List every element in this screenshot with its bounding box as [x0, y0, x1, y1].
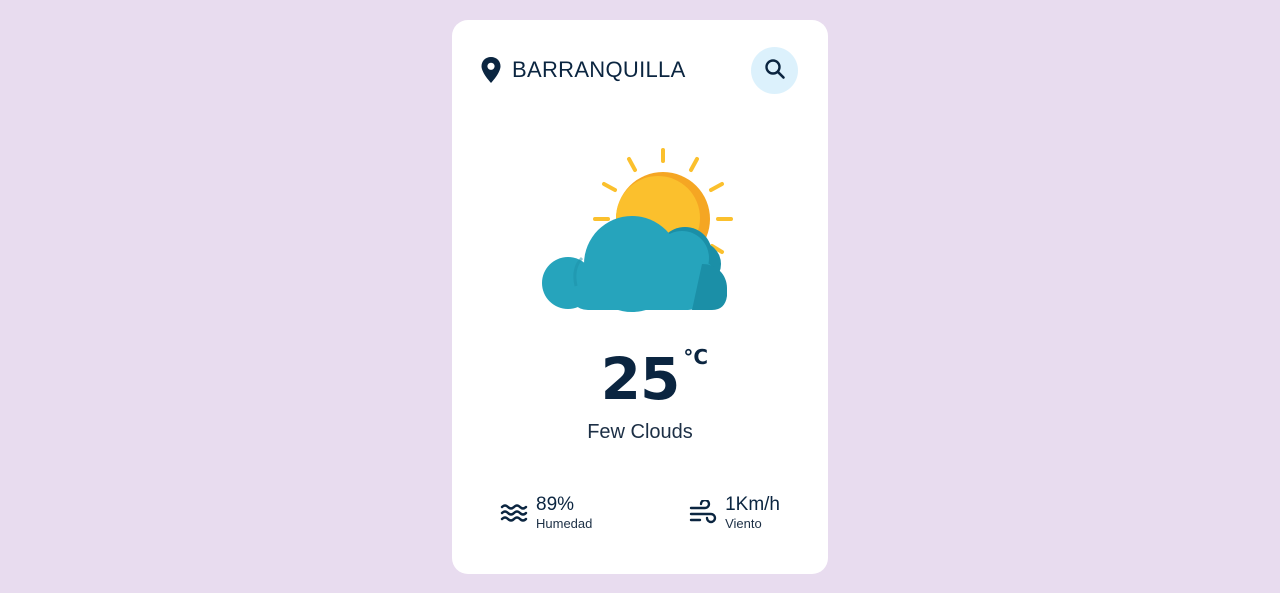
location: BARRANQUILLA [480, 56, 686, 84]
search-icon [764, 58, 786, 83]
wind-text: 1Km/h Viento [725, 494, 780, 532]
city-name: BARRANQUILLA [512, 57, 686, 82]
temperature-unit: °C [683, 345, 709, 369]
waves-icon [500, 502, 528, 524]
humidity-value: 89% [536, 494, 575, 515]
wind-label: Viento [725, 516, 762, 531]
card-header: BARRANQUILLA [480, 46, 798, 94]
wind-icon [689, 500, 717, 526]
weather-description: Few Clouds [587, 421, 693, 443]
temperature-value: 25 [600, 345, 681, 413]
wind-detail: 1Km/h Viento [689, 494, 780, 532]
search-button[interactable] [751, 46, 798, 94]
weather-details: 89% Humedad 1Km/h Viento [500, 494, 780, 532]
weather-card: BARRANQUILLA 25 °C Few Clouds 89% Humeda… [452, 20, 828, 574]
sun-behind-cloud-icon [542, 146, 738, 314]
temperature: 25 °C [600, 345, 708, 413]
humidity-label: Humedad [536, 516, 593, 531]
temperature-block: 25 °C Few Clouds [452, 345, 828, 444]
humidity-text: 89% Humedad [536, 494, 592, 532]
map-pin-icon [480, 56, 502, 84]
humidity-detail: 89% Humedad [500, 494, 592, 532]
wind-value: 1Km/h [725, 494, 780, 515]
